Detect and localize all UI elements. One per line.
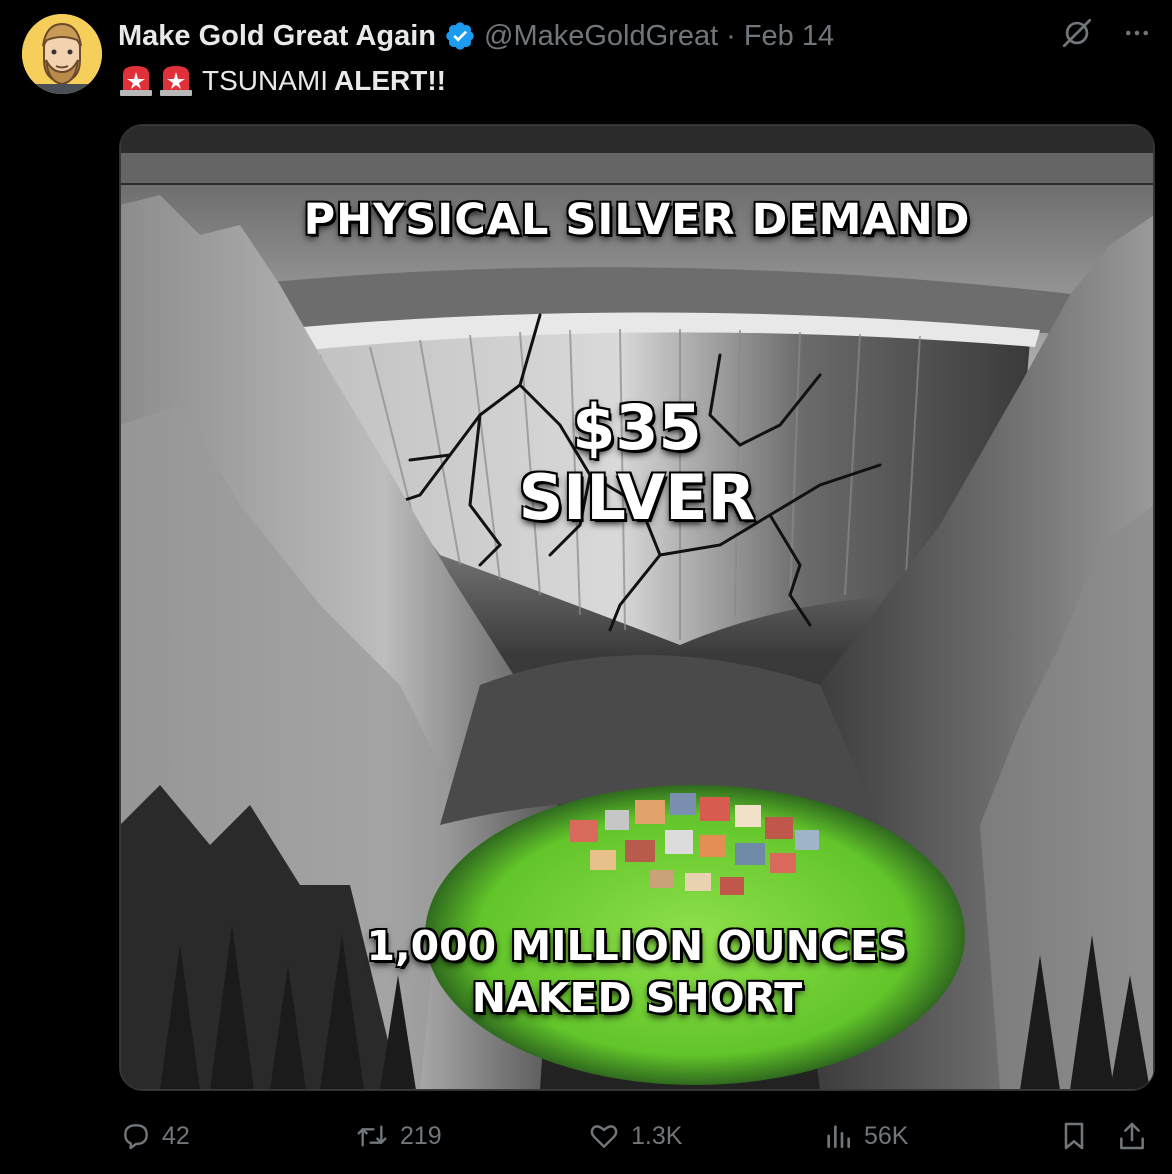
rotating-light-emoji-icon bbox=[158, 64, 194, 98]
post-top-actions bbox=[1060, 16, 1152, 50]
avatar-face-icon bbox=[22, 14, 102, 94]
reply-button[interactable]: 42 bbox=[120, 1115, 190, 1157]
grok-icon[interactable] bbox=[1060, 16, 1094, 50]
repost-button[interactable]: 219 bbox=[354, 1115, 442, 1157]
dam-label-metal: SILVER bbox=[518, 461, 756, 534]
post-header: Make Gold Great Again @MakeGoldGreat · F… bbox=[118, 16, 834, 56]
post-text-plain: TSUNAMI bbox=[202, 65, 328, 96]
heart-icon bbox=[590, 1125, 618, 1148]
post-image[interactable]: PHYSICAL SILVER DEMAND $35 SILVER 1,000 … bbox=[119, 124, 1155, 1091]
author-name[interactable]: Make Gold Great Again bbox=[118, 20, 436, 53]
repost-count: 219 bbox=[400, 1121, 442, 1150]
bookmark-icon bbox=[1064, 1122, 1084, 1150]
share-icon bbox=[1120, 1122, 1144, 1150]
image-bottom-caption: 1,000 MILLION OUNCES NAKED SHORT bbox=[120, 920, 1154, 1024]
post-text: TSUNAMI ALERT!! bbox=[118, 60, 446, 102]
author-handle[interactable]: @MakeGoldGreat bbox=[484, 20, 718, 53]
like-button[interactable]: 1.3K bbox=[587, 1115, 682, 1157]
separator-dot: · bbox=[726, 19, 736, 52]
share-button[interactable] bbox=[1116, 1115, 1148, 1157]
image-headline: PHYSICAL SILVER DEMAND bbox=[303, 195, 971, 245]
post-text-bold: ALERT!! bbox=[334, 65, 446, 96]
like-count: 1.3K bbox=[631, 1121, 683, 1150]
verified-badge-icon bbox=[444, 20, 476, 52]
more-options-icon[interactable] bbox=[1122, 18, 1152, 48]
dam-label-price: $35 bbox=[572, 391, 702, 464]
views-count: 56K bbox=[864, 1121, 909, 1150]
reply-icon bbox=[124, 1124, 148, 1150]
views-button[interactable]: 56K bbox=[822, 1115, 908, 1157]
rotating-light-emoji-icon bbox=[118, 64, 154, 98]
bottom-caption-line1: 1,000 MILLION OUNCES bbox=[366, 922, 908, 970]
image-dam-label: $35 SILVER bbox=[120, 393, 1154, 533]
views-chart-icon bbox=[827, 1125, 850, 1148]
avatar[interactable] bbox=[22, 14, 102, 94]
post-action-bar: 42 219 1.3K 56K bbox=[0, 1115, 1172, 1157]
bottom-caption-line2: NAKED SHORT bbox=[471, 974, 803, 1022]
post-date[interactable]: Feb 14 bbox=[744, 20, 834, 53]
reply-count: 42 bbox=[162, 1121, 190, 1150]
repost-icon bbox=[357, 1125, 387, 1147]
bookmark-button[interactable] bbox=[1058, 1115, 1090, 1157]
